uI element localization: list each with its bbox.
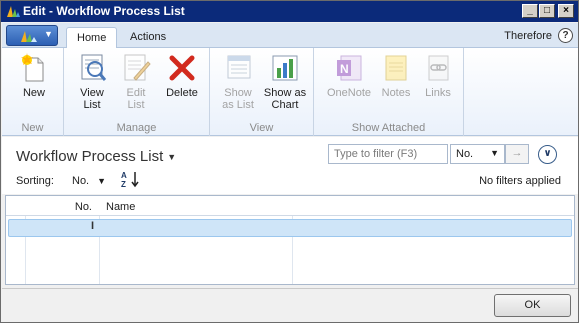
application-menu-button[interactable]: ▼ (6, 25, 58, 46)
svg-text:Z: Z (121, 180, 126, 189)
tab-actions[interactable]: Actions (120, 27, 176, 49)
group-label-show-attached: Show Attached (351, 122, 426, 134)
sorting-select[interactable]: No. ▼ (72, 175, 106, 187)
sorting-value: No. (72, 175, 90, 187)
notes-button[interactable]: Notes (378, 52, 414, 99)
show-as-list-label: Show as List (222, 87, 254, 111)
dynamics-logo-icon (21, 31, 37, 42)
show-as-list-icon (222, 52, 254, 84)
filter-placeholder: Type to filter (F3) (334, 148, 418, 160)
ribbon: New New View List Edit List Delete Manag… (2, 48, 578, 136)
close-button[interactable]: × (558, 4, 574, 18)
filter-field-select[interactable]: No. ▼ (450, 144, 505, 164)
ribbon-group-view: Show as List Show as Chart View (210, 48, 314, 136)
page-title-text: Workflow Process List (16, 148, 164, 165)
show-as-chart-label: Show as Chart (263, 87, 307, 111)
new-button-label: New (22, 87, 45, 99)
view-list-button[interactable]: View List (70, 52, 114, 111)
ribbon-group-new: New New (2, 48, 64, 136)
links-label: Links (425, 87, 451, 99)
chevron-down-icon: ▼ (44, 29, 53, 39)
onenote-label: OneNote (326, 87, 372, 99)
show-as-chart-button[interactable]: Show as Chart (262, 52, 308, 111)
chevron-down-icon: ▼ (490, 148, 499, 158)
view-list-label: View List (80, 87, 104, 111)
window: Edit - Workflow Process List _ □ × ▼ Hom… (0, 0, 579, 323)
apply-filter-arrow-icon[interactable]: → (505, 144, 529, 164)
dialog-footer: OK (2, 288, 578, 322)
expand-filter-icon[interactable]: ∨ (538, 145, 557, 164)
filter-status: No filters applied (479, 175, 561, 187)
group-label-new: New (21, 122, 44, 134)
company-name: Therefore (504, 30, 552, 42)
onenote-button[interactable]: N OneNote (324, 52, 374, 99)
svg-text:N: N (340, 62, 349, 76)
edit-list-label: Edit List (126, 87, 146, 111)
show-as-list-button[interactable]: Show as List (218, 52, 258, 111)
group-label-view: View (249, 122, 274, 134)
column-header-name[interactable]: Name (106, 201, 135, 213)
help-icon[interactable]: ? (558, 28, 573, 43)
chevron-down-icon: ▼ (97, 176, 107, 186)
edit-list-button[interactable]: Edit List (116, 52, 156, 111)
tab-home[interactable]: Home (66, 27, 118, 49)
maximize-button[interactable]: □ (539, 4, 555, 18)
title-bar: Edit - Workflow Process List _ □ × (1, 1, 578, 22)
delete-button[interactable]: Delete (160, 52, 204, 99)
show-as-chart-icon (269, 52, 301, 84)
delete-label: Delete (166, 87, 198, 99)
list-header: Workflow Process List ▼ Type to filter (F… (2, 137, 578, 194)
sort-ascending-icon[interactable]: A Z (120, 169, 142, 192)
ribbon-group-manage: View List Edit List Delete Manage (64, 48, 210, 136)
sorting-label: Sorting: (16, 175, 54, 187)
chevron-down-icon: ▼ (167, 152, 177, 163)
onenote-icon: N (333, 52, 365, 84)
page-title[interactable]: Workflow Process List ▼ (16, 148, 176, 165)
ribbon-group-show-attached: N OneNote Notes Links Show Attached (314, 48, 464, 136)
view-list-icon (76, 52, 108, 84)
text-cursor-icon: I (91, 220, 95, 232)
links-icon (422, 52, 454, 84)
notes-icon (380, 52, 412, 84)
dynamics-logo-icon (7, 6, 20, 17)
svg-text:A: A (121, 171, 127, 180)
notes-label: Notes (381, 87, 411, 99)
window-title: Edit - Workflow Process List (23, 4, 185, 18)
group-label-manage: Manage (116, 122, 157, 134)
edit-list-icon (120, 52, 152, 84)
records-grid[interactable]: No. Name I (5, 195, 575, 285)
column-header-no[interactable]: No. (26, 201, 92, 213)
filter-input[interactable]: Type to filter (F3) (328, 144, 448, 164)
new-button[interactable]: New (14, 52, 54, 99)
links-button[interactable]: Links (420, 52, 456, 99)
ribbon-tab-row: ▼ Home Actions Therefore ? (2, 23, 578, 49)
new-document-icon (18, 52, 50, 84)
delete-icon (166, 52, 198, 84)
filter-field-value: No. (456, 148, 474, 160)
ok-button[interactable]: OK (494, 294, 571, 317)
minimize-button[interactable]: _ (522, 4, 538, 18)
